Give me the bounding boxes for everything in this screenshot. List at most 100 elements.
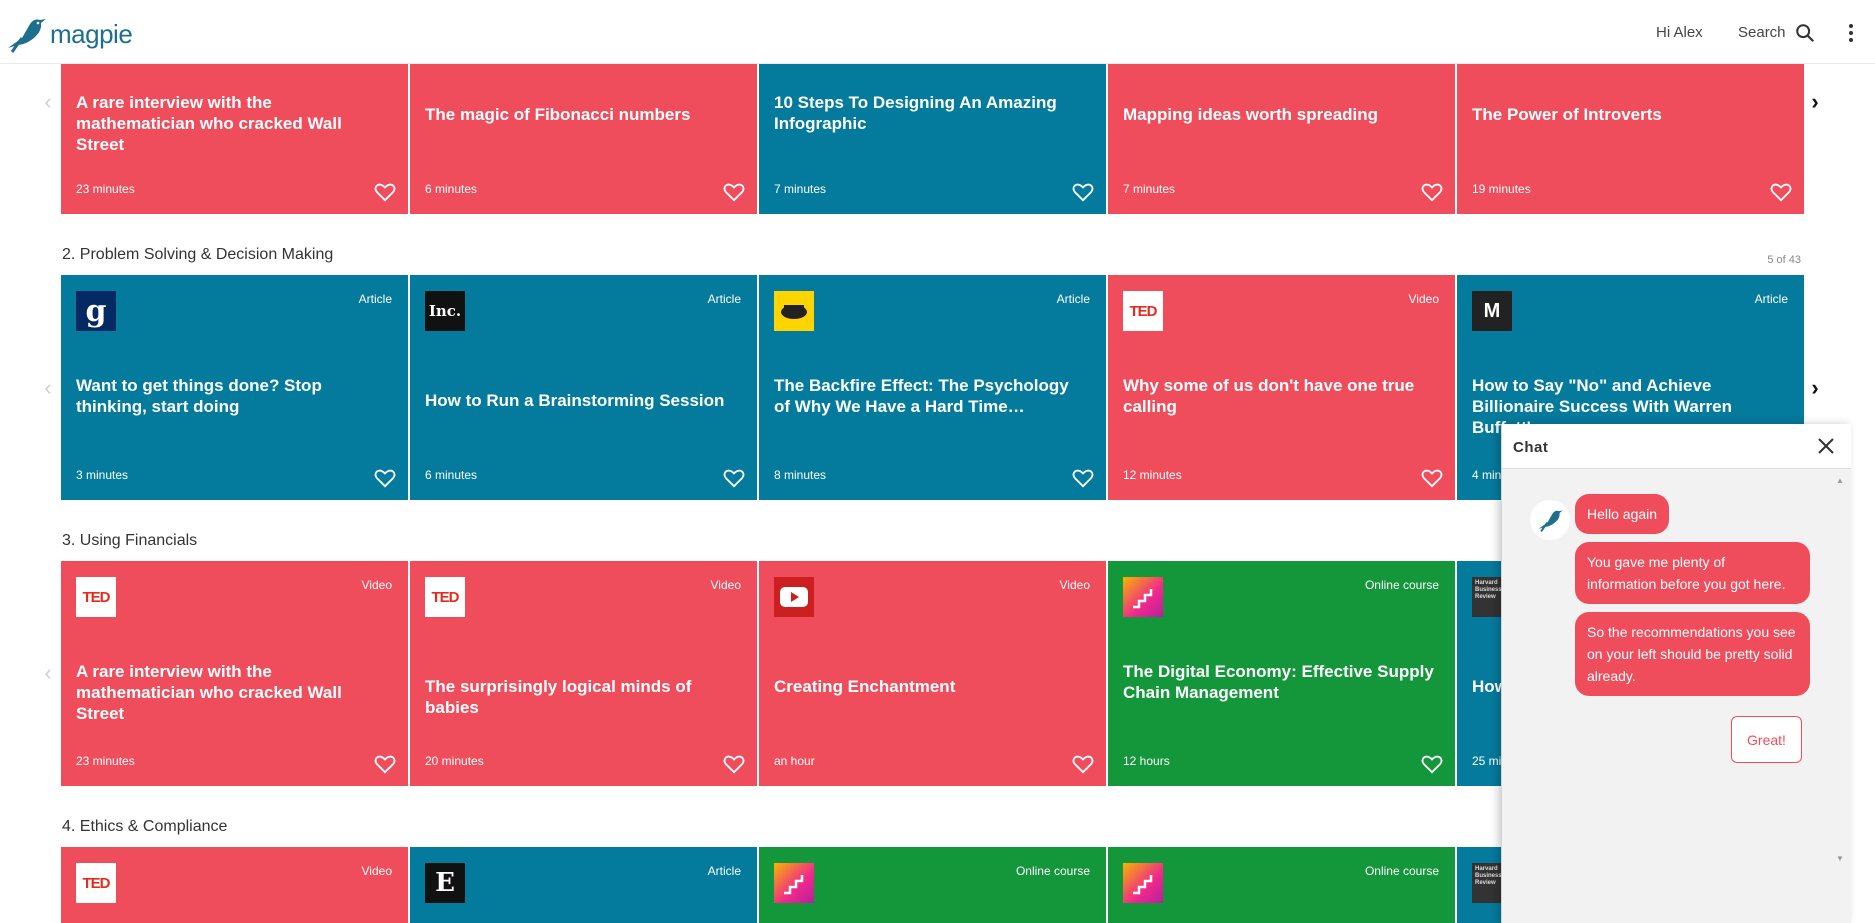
row2-prev-arrow-icon[interactable]: ‹ <box>38 377 58 399</box>
card-title: Want to get things done? Stop thinking, … <box>76 376 322 416</box>
content-card[interactable]: A rare interview with the mathematician … <box>61 64 408 214</box>
medium-icon: M <box>1472 291 1512 331</box>
magpie-logo[interactable]: magpie <box>4 14 133 54</box>
section-title: 4. Ethics & Compliance <box>62 818 228 835</box>
chat-message: So the recommendations you see on your l… <box>1575 612 1810 696</box>
content-card[interactable]: TED Video <box>61 847 408 923</box>
card-duration: 6 minutes <box>425 468 478 482</box>
user-greeting[interactable]: Hi Alex <box>1656 24 1703 41</box>
card-type: Article <box>1754 292 1788 306</box>
heart-icon[interactable] <box>1072 182 1094 202</box>
content-card[interactable]: The Power of Introverts 19 minutes <box>1457 64 1804 214</box>
content-card[interactable]: TED Video Why some of us don't have one … <box>1108 275 1455 500</box>
card-duration: 6 minutes <box>425 182 478 196</box>
content-card[interactable]: Online course <box>759 847 1106 923</box>
card-duration: 12 minutes <box>1123 468 1182 482</box>
heart-icon[interactable] <box>374 182 396 202</box>
card-title: Why some of us don't have one true calli… <box>1123 376 1415 416</box>
heart-icon[interactable] <box>723 468 745 488</box>
heart-icon[interactable] <box>723 182 745 202</box>
card-type: Article <box>358 292 392 306</box>
content-card[interactable]: The magic of Fibonacci numbers 6 minutes <box>410 64 757 214</box>
section-count: 5 of 43 <box>1767 254 1801 266</box>
card-type: Article <box>707 864 741 878</box>
chat-message: Hello again <box>1575 494 1670 534</box>
row1-prev-arrow-icon[interactable]: ‹ <box>38 91 58 113</box>
heart-icon[interactable] <box>1072 754 1094 774</box>
card-duration: 7 minutes <box>774 182 827 196</box>
card-type: Video <box>1059 578 1090 592</box>
card-duration: 25 mi <box>1472 754 1502 768</box>
search-icon[interactable] <box>1794 22 1816 44</box>
ted-icon: TED <box>76 863 116 903</box>
card-title: The magic of Fibonacci numbers <box>425 105 691 124</box>
logo-text: magpie <box>50 18 133 49</box>
card-duration: 23 minutes <box>76 754 135 768</box>
card-type: Video <box>361 578 392 592</box>
content-card[interactable]: Online course <box>1108 847 1455 923</box>
card-type: Video <box>1408 292 1439 306</box>
heart-icon[interactable] <box>1421 182 1443 202</box>
magpie-bird-icon <box>1538 510 1563 533</box>
youtube-icon <box>774 577 814 617</box>
card-type: Video <box>361 864 392 878</box>
ted-icon: TED <box>1123 291 1163 331</box>
content-card[interactable]: g Article Want to get things done? Stop … <box>61 275 408 500</box>
close-icon[interactable] <box>1815 435 1837 457</box>
chat-title: Chat <box>1513 439 1549 456</box>
steps-icon <box>784 875 804 895</box>
economist-icon: E <box>425 863 465 903</box>
heart-icon[interactable] <box>374 468 396 488</box>
heart-icon[interactable] <box>1770 182 1792 202</box>
card-title: The surprisingly logical minds of babies <box>425 677 692 717</box>
card-duration: 3 minutes <box>76 468 129 482</box>
card-title: How to Run a Brainstorming Session <box>425 391 725 410</box>
content-card[interactable]: Inc. Article How to Run a Brainstorming … <box>410 275 757 500</box>
reply-button[interactable]: Great! <box>1731 716 1802 763</box>
chat-panel: Chat ▲ Hello again You gave me plenty of… <box>1501 424 1851 923</box>
card-type: Article <box>1056 292 1090 306</box>
row1-next-arrow-icon[interactable]: › <box>1805 91 1825 113</box>
stairs-icon <box>1123 577 1163 617</box>
heart-icon[interactable] <box>374 754 396 774</box>
guardian-icon: g <box>76 291 116 331</box>
card-type: Article <box>707 292 741 306</box>
heart-icon[interactable] <box>1421 754 1443 774</box>
yellow-logo-icon <box>774 291 814 331</box>
card-duration: 8 minutes <box>774 468 827 482</box>
content-card[interactable]: TED Video A rare interview with the math… <box>61 561 408 786</box>
card-duration: 20 minutes <box>425 754 484 768</box>
scroll-down-icon[interactable]: ▼ <box>1835 854 1845 864</box>
content-card[interactable]: Online course The Digital Economy: Effec… <box>1108 561 1455 786</box>
source-logo-icon <box>781 305 807 319</box>
content-card[interactable]: 10 Steps To Designing An Amazing Infogra… <box>759 64 1106 214</box>
search-label[interactable]: Search <box>1738 24 1786 41</box>
card-duration: 12 hours <box>1123 754 1170 768</box>
row3-prev-arrow-icon[interactable]: ‹ <box>38 662 58 684</box>
card-title: A rare interview with the mathematician … <box>76 93 342 154</box>
scroll-up-icon[interactable]: ▲ <box>1835 476 1845 486</box>
heart-icon[interactable] <box>723 754 745 774</box>
steps-icon <box>1133 589 1153 609</box>
content-card[interactable]: Mapping ideas worth spreading 7 minutes <box>1108 64 1455 214</box>
card-duration: an hour <box>774 754 815 768</box>
content-card[interactable]: E Article <box>410 847 757 923</box>
card-type: Online course <box>1364 864 1439 878</box>
top-bar: magpie Hi Alex Search <box>0 0 1875 64</box>
row2-next-arrow-icon[interactable]: › <box>1805 377 1825 399</box>
card-title: A rare interview with the mathematician … <box>76 662 342 723</box>
heart-icon[interactable] <box>1072 468 1094 488</box>
content-card[interactable]: Article The Backfire Effect: The Psychol… <box>759 275 1106 500</box>
chat-header: Chat <box>1502 424 1851 469</box>
content-card[interactable]: TED Video The surprisingly logical minds… <box>410 561 757 786</box>
more-vertical-icon[interactable] <box>1844 22 1858 44</box>
section-title: 3. Using Financials <box>62 532 198 549</box>
heart-icon[interactable] <box>1421 468 1443 488</box>
card-title: 10 Steps To Designing An Amazing Infogra… <box>774 93 1057 133</box>
chat-message: You gave me plenty of information before… <box>1575 542 1810 604</box>
avatar <box>1530 500 1570 540</box>
content-card[interactable]: Video Creating Enchantment an hour <box>759 561 1106 786</box>
card-title: Mapping ideas worth spreading <box>1123 105 1379 124</box>
card-type: Online course <box>1015 864 1090 878</box>
card-type: Video <box>710 578 741 592</box>
